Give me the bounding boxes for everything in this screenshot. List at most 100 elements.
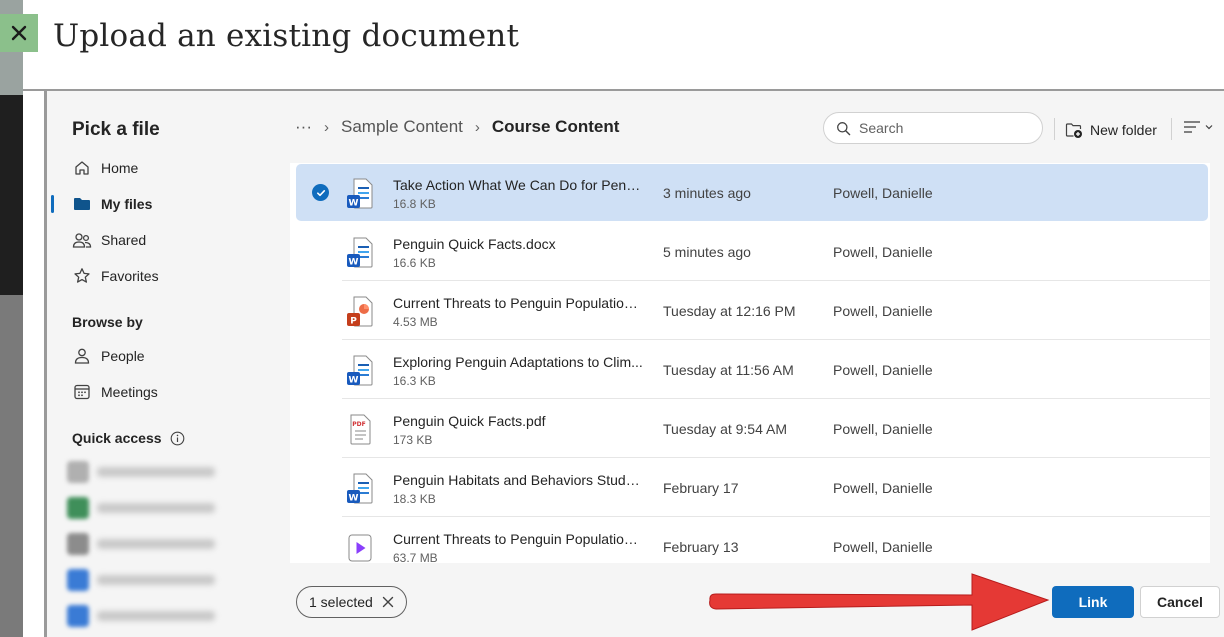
- sidebar-item-home[interactable]: Home: [67, 153, 277, 183]
- file-modified: 3 minutes ago: [663, 185, 751, 201]
- new-folder-button[interactable]: New folder: [1065, 118, 1157, 142]
- breadcrumb-overflow-button[interactable]: ···: [295, 117, 312, 137]
- file-modified: Tuesday at 9:54 AM: [663, 421, 787, 437]
- file-row[interactable]: W Penguin Quick Facts.docx 16.6 KB 5 min…: [290, 222, 1210, 281]
- file-list: W Take Action What We Can Do for Peng...…: [290, 163, 1210, 563]
- quick-access-item[interactable]: [67, 567, 227, 593]
- clear-selection-icon[interactable]: [382, 596, 394, 608]
- file-size: 16.3 KB: [393, 374, 436, 388]
- file-size: 16.8 KB: [393, 197, 436, 211]
- word-file-icon: W: [346, 473, 374, 505]
- file-row[interactable]: W Exploring Penguin Adaptations to Clim.…: [290, 340, 1210, 399]
- new-folder-label: New folder: [1090, 122, 1157, 138]
- person-icon: [71, 345, 93, 367]
- file-modified: February 17: [663, 480, 739, 496]
- pdf-file-icon: PDF: [346, 414, 374, 446]
- file-name: Penguin Habitats and Behaviors Study ...: [393, 472, 643, 488]
- background-page: [0, 0, 23, 637]
- file-row[interactable]: W Take Action What We Can Do for Peng...…: [290, 163, 1210, 222]
- powerpoint-file-icon: P: [346, 296, 374, 328]
- people-icon: [71, 229, 93, 251]
- sidebar-item-favorites[interactable]: Favorites: [67, 261, 277, 291]
- svg-text:W: W: [349, 258, 359, 268]
- site-icon: [67, 569, 89, 591]
- file-size: 16.6 KB: [393, 256, 436, 270]
- video-file-icon: [346, 532, 374, 563]
- sidebar-item-label: Shared: [101, 232, 147, 248]
- quick-access-item[interactable]: [67, 495, 227, 521]
- file-owner: Powell, Danielle: [833, 185, 933, 201]
- site-icon: [67, 605, 89, 627]
- breadcrumb-item-sample-content[interactable]: Sample Content: [341, 117, 463, 137]
- svg-text:PDF: PDF: [352, 421, 365, 428]
- annotation-arrow-icon: [709, 573, 1050, 631]
- dialog-title: Upload an existing document: [53, 18, 520, 54]
- svg-text:P: P: [350, 317, 357, 327]
- word-file-icon: W: [346, 355, 374, 387]
- breadcrumb-item-course-content: Course Content: [491, 117, 620, 136]
- file-row[interactable]: W Penguin Habitats and Behaviors Study .…: [290, 458, 1210, 517]
- folder-icon: [71, 193, 93, 215]
- file-row[interactable]: P Current Threats to Penguin Population.…: [290, 281, 1210, 340]
- chevron-right-icon: ›: [474, 118, 480, 136]
- link-button[interactable]: Link: [1052, 586, 1134, 618]
- search-input[interactable]: [859, 120, 1019, 136]
- chevron-down-icon: [1205, 125, 1213, 130]
- sidebar-item-my-files[interactable]: My files: [67, 189, 277, 219]
- cancel-button[interactable]: Cancel: [1140, 586, 1220, 618]
- search-box[interactable]: [823, 112, 1043, 144]
- file-modified: Tuesday at 11:56 AM: [663, 362, 794, 378]
- quick-access-item[interactable]: [67, 531, 227, 557]
- info-icon[interactable]: [170, 431, 185, 446]
- site-icon: [67, 497, 89, 519]
- selected-count-pill[interactable]: 1 selected: [296, 586, 407, 618]
- sidebar-item-shared[interactable]: Shared: [67, 225, 277, 255]
- sidebar-item-label: Meetings: [101, 384, 158, 400]
- file-owner: Powell, Danielle: [833, 480, 933, 496]
- file-row[interactable]: Current Threats to Penguin Population...…: [290, 517, 1210, 563]
- breadcrumb: ··· › Sample Content › Course Content: [295, 117, 619, 137]
- sidebar-item-label: People: [101, 348, 145, 364]
- file-size: 63.7 MB: [393, 551, 438, 563]
- svg-text:W: W: [349, 199, 359, 209]
- file-modified: 5 minutes ago: [663, 244, 751, 260]
- selected-check-icon[interactable]: [312, 184, 329, 201]
- file-name: Take Action What We Can Do for Peng...: [393, 177, 643, 193]
- close-button[interactable]: [0, 14, 38, 52]
- file-owner: Powell, Danielle: [833, 244, 933, 260]
- file-name: Current Threats to Penguin Population...: [393, 295, 643, 311]
- calendar-icon: [71, 381, 93, 403]
- file-size: 4.53 MB: [393, 315, 438, 329]
- file-picker: Pick a file Home My files Shared Favorit…: [44, 91, 1224, 637]
- file-size: 18.3 KB: [393, 492, 436, 506]
- toolbar-divider: [1054, 118, 1055, 140]
- view-options-button[interactable]: [1183, 119, 1214, 135]
- word-file-icon: W: [346, 237, 374, 269]
- sidebar-item-label: My files: [101, 196, 153, 212]
- quick-access-item[interactable]: [67, 459, 227, 485]
- picker-title: Pick a file: [72, 119, 160, 140]
- close-icon: [11, 25, 27, 41]
- file-owner: Powell, Danielle: [833, 421, 933, 437]
- star-icon: [71, 265, 93, 287]
- sidebar-item-label: Home: [101, 160, 139, 176]
- sidebar-item-label: Favorites: [101, 268, 159, 284]
- selected-count-label: 1 selected: [309, 594, 373, 610]
- file-row[interactable]: PDF Penguin Quick Facts.pdf 173 KB Tuesd…: [290, 399, 1210, 458]
- file-modified: Tuesday at 12:16 PM: [663, 303, 796, 319]
- home-icon: [71, 157, 93, 179]
- quick-access-item[interactable]: [67, 603, 227, 629]
- chevron-right-icon: ›: [323, 118, 329, 136]
- quick-access-heading: Quick access: [72, 430, 185, 446]
- sidebar-item-meetings[interactable]: Meetings: [67, 377, 277, 407]
- site-icon: [67, 461, 89, 483]
- file-name: Penguin Quick Facts.docx: [393, 236, 556, 252]
- sidebar-item-people[interactable]: People: [67, 341, 277, 371]
- browse-by-heading: Browse by: [72, 314, 143, 330]
- file-owner: Powell, Danielle: [833, 539, 933, 555]
- site-icon: [67, 533, 89, 555]
- list-view-icon: [1184, 121, 1200, 133]
- toolbar-divider: [1171, 118, 1172, 140]
- quick-access-label: Quick access: [72, 430, 162, 446]
- file-owner: Powell, Danielle: [833, 303, 933, 319]
